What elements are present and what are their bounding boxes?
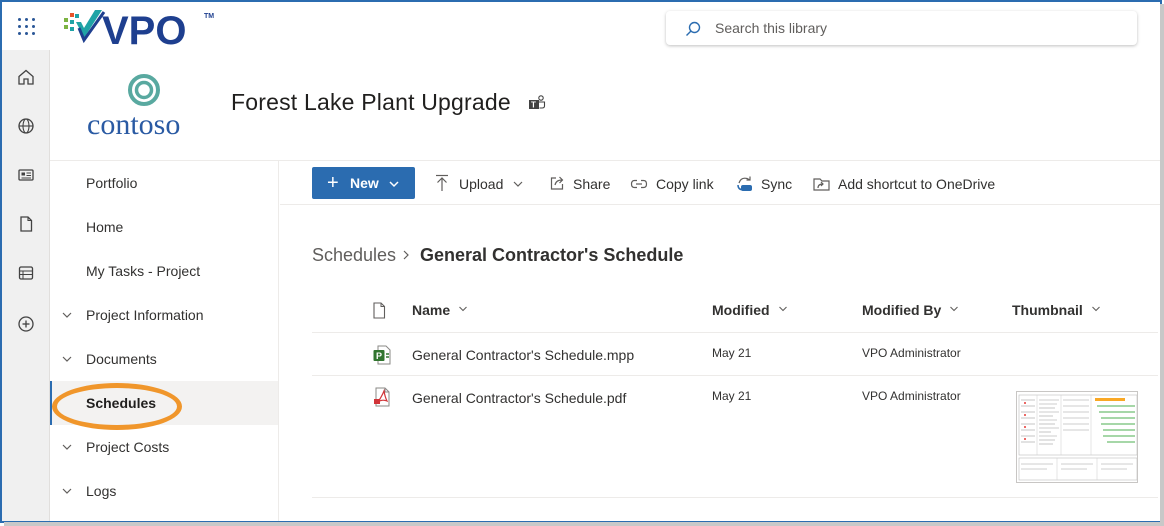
modified-by: VPO Administrator — [862, 389, 961, 403]
nav-item-my-tasks[interactable]: My Tasks - Project — [50, 249, 278, 293]
nav-item-project-costs[interactable]: Project Costs — [50, 425, 278, 469]
column-header-modified[interactable]: Modified — [712, 302, 788, 318]
app-window: VPO TM Search this library contoso Fores… — [0, 0, 1162, 523]
chevron-down-icon — [513, 181, 523, 187]
chevron-down-icon[interactable] — [61, 485, 73, 497]
breadcrumb-current: General Contractor's Schedule — [420, 245, 684, 265]
breadcrumb-root[interactable]: Schedules — [312, 245, 396, 266]
nav-item-schedules[interactable]: Schedules — [50, 381, 278, 425]
chevron-down-icon[interactable] — [61, 309, 73, 321]
add-shortcut-button[interactable]: Add shortcut to OneDrive — [812, 174, 1002, 194]
nav-item-home[interactable]: Home — [50, 205, 278, 249]
window-shadow — [1160, 4, 1164, 526]
svg-text:TM: TM — [204, 13, 214, 20]
column-header-name[interactable]: Name — [412, 302, 468, 318]
chevron-down-icon[interactable] — [61, 353, 73, 365]
vpo-logo[interactable]: VPO TM — [62, 8, 222, 53]
home-icon[interactable] — [16, 67, 36, 87]
onedrive-shortcut-icon — [813, 178, 830, 191]
site-logo[interactable]: contoso — [82, 74, 207, 141]
link-icon — [630, 179, 648, 189]
chevron-down-icon — [950, 306, 959, 312]
column-header-thumbnail[interactable]: Thumbnail — [1012, 302, 1101, 318]
modified-date: May 21 — [712, 346, 752, 360]
chevron-down-icon[interactable] — [61, 441, 73, 453]
file-type-header-icon[interactable] — [372, 302, 386, 319]
file-name-link[interactable]: General Contractor's Schedule.mpp — [412, 347, 634, 363]
chevron-down-icon — [459, 306, 468, 312]
svg-text:T: T — [531, 101, 536, 110]
nav-item-project-information[interactable]: Project Information — [50, 293, 278, 337]
nav-item-documents[interactable]: Documents — [50, 337, 278, 381]
sync-icon — [737, 176, 752, 191]
table-row[interactable]: P General Contractor's Schedule.mpp May … — [312, 333, 1158, 376]
teams-icon[interactable]: T — [528, 95, 546, 111]
logo-text: contoso — [87, 108, 180, 139]
brand-wordmark: VPO — [102, 9, 186, 48]
sync-button[interactable]: Sync — [735, 174, 793, 194]
search-icon — [686, 21, 701, 36]
column-header-modified-by[interactable]: Modified By — [862, 302, 959, 318]
news-icon[interactable] — [16, 165, 36, 185]
nav-item-logs[interactable]: Logs — [50, 469, 278, 513]
file-name-link[interactable]: General Contractor's Schedule.pdf — [412, 390, 626, 406]
add-circle-icon[interactable] — [16, 314, 36, 334]
search-input[interactable]: Search this library — [715, 20, 827, 36]
document-icon[interactable] — [16, 214, 36, 234]
upload-button[interactable]: Upload — [434, 174, 526, 194]
new-button[interactable]: + New — [312, 167, 415, 199]
share-button[interactable]: Share — [549, 174, 611, 194]
left-navigation: Portfolio Home My Tasks - Project Projec… — [50, 161, 279, 521]
modified-by: VPO Administrator — [862, 346, 961, 360]
chevron-down-icon — [1091, 306, 1100, 312]
search-box[interactable]: Search this library — [666, 11, 1137, 45]
window-shadow — [4, 522, 1164, 526]
modified-date: May 21 — [712, 389, 752, 403]
chevron-down-icon — [778, 306, 787, 312]
waffle-icon — [17, 17, 35, 35]
pdf-file-icon — [374, 387, 390, 407]
chevron-down-icon — [389, 181, 399, 188]
nav-item-portfolio[interactable]: Portfolio — [50, 161, 278, 205]
list-icon[interactable] — [16, 263, 36, 283]
globe-icon[interactable] — [16, 116, 36, 136]
plus-icon: + — [327, 172, 339, 194]
row-divider — [312, 497, 1158, 498]
app-launcher-button[interactable] — [2, 2, 50, 50]
project-file-icon: P — [373, 345, 391, 365]
file-thumbnail[interactable] — [1016, 391, 1138, 483]
copy-link-button[interactable]: Copy link — [630, 174, 716, 194]
upload-icon — [436, 174, 448, 191]
chevron-right-icon — [403, 250, 409, 260]
share-icon — [550, 176, 564, 190]
site-title: Forest Lake Plant Upgrade — [231, 89, 511, 115]
svg-text:P: P — [376, 351, 382, 361]
app-rail — [2, 2, 50, 521]
